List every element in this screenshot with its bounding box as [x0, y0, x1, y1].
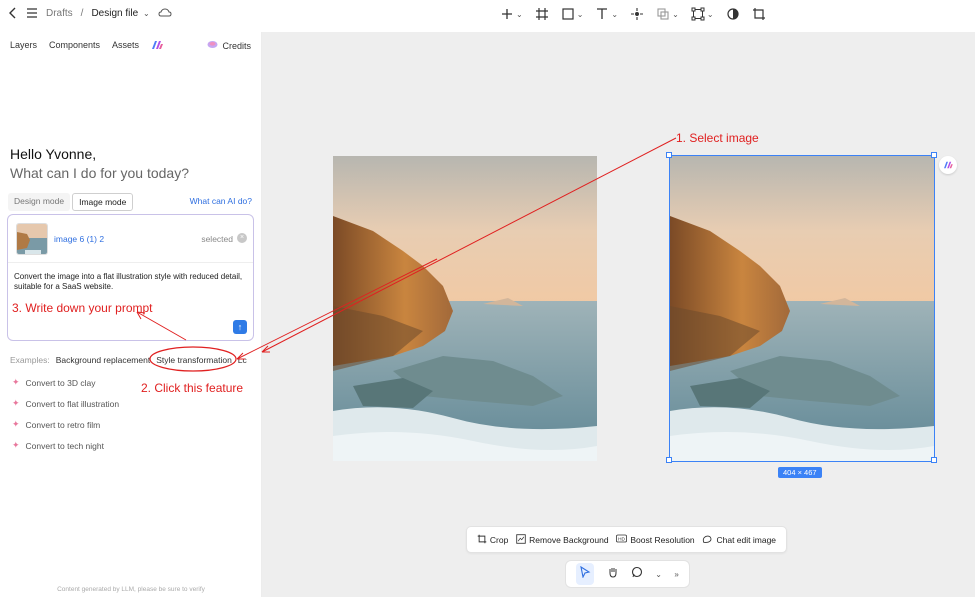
tab-layers[interactable]: Layers [10, 40, 37, 52]
image-status: selected [201, 234, 233, 244]
chevron-down-icon: ⌄ [576, 9, 584, 19]
chevron-down-icon: ⌄ [672, 9, 679, 19]
top-bar: Drafts / Design file ⌄ ⌄ ⌄ ⌄ ⌄ ⌄ [0, 0, 975, 32]
breadcrumb: Drafts / Design file ⌄ [8, 7, 172, 19]
suggestion-label: Convert to 3D clay [25, 377, 96, 388]
annotation-step-3: 3. Write down your prompt [12, 301, 153, 315]
credits-icon [207, 40, 218, 51]
example-more[interactable]: Lc [238, 355, 247, 365]
pointer-icon[interactable] [576, 563, 595, 585]
vector-icon[interactable]: ⌄ [691, 7, 714, 21]
attached-image-name: image 6 (1) 2 [54, 234, 105, 244]
sparkle-icon: ✦ [12, 440, 20, 450]
breadcrumb-root[interactable]: Drafts [46, 8, 73, 19]
hand-icon[interactable] [607, 565, 619, 583]
breadcrumb-separator: / [80, 7, 84, 19]
cloud-sync-icon [158, 8, 172, 18]
add-icon[interactable]: ⌄ [500, 7, 523, 21]
resize-handle-top-left[interactable] [666, 152, 672, 158]
greeting: Hello Yvonne, [10, 146, 97, 162]
chat-edit-image-button[interactable]: Chat edit image [702, 534, 776, 546]
file-name[interactable]: Design file ⌄ [91, 8, 149, 19]
crop-button[interactable]: Crop [477, 534, 508, 546]
send-button[interactable]: ↑ [233, 320, 247, 334]
boost-resolution-button[interactable]: HD Boost Resolution [616, 534, 695, 545]
sparkle-icon: ✦ [12, 398, 20, 408]
remove-background-icon [516, 533, 526, 546]
suggestion-label: Convert to tech night [25, 440, 104, 451]
text-icon[interactable]: ⌄ [595, 7, 618, 21]
sparkle-icon: ✦ [12, 377, 20, 387]
example-background-replacement[interactable]: Background replacement [56, 355, 151, 365]
prompt-box: image 6 (1) 2 selected × Convert the ima… [7, 214, 254, 341]
component-icon[interactable] [630, 7, 644, 21]
annotation-step-2: 2. Click this feature [141, 381, 244, 395]
image-toolbar: Crop Remove Background HD Boost Resoluti… [466, 526, 787, 553]
crop-icon [477, 534, 487, 546]
canvas[interactable]: 404 × 467 [262, 32, 975, 597]
frame-icon[interactable] [535, 7, 549, 21]
suggestion-item[interactable]: ✦ Convert to retro film [12, 419, 100, 430]
crop-label: Crop [489, 534, 509, 545]
suggestion-item[interactable]: ✦ Convert to 3D clay [12, 377, 95, 388]
panel-tabs: Layers Components Assets [10, 40, 164, 52]
back-chevron-icon[interactable] [8, 7, 18, 19]
tab-assets[interactable]: Assets [112, 40, 139, 52]
suggestion-label: Convert to retro film [25, 419, 101, 430]
greeting-question: What can I do for you today? [10, 165, 189, 181]
chat-edit-icon [702, 534, 713, 546]
examples-row: Examples: Background replacement Style t… [10, 355, 258, 365]
ai-logo-icon[interactable] [151, 40, 164, 52]
resize-handle-bottom-right[interactable] [931, 457, 937, 463]
file-name-label: Design file [91, 7, 139, 19]
boolean-icon[interactable]: ⌄ [656, 7, 679, 21]
image-thumbnail [16, 223, 48, 255]
crop-icon[interactable] [752, 7, 766, 21]
hd-icon: HD [616, 534, 628, 545]
design-tools: ⌄ ⌄ ⌄ ⌄ ⌄ [500, 7, 766, 21]
suggestion-item[interactable]: ✦ Convert to flat illustration [12, 398, 119, 409]
suggestion-label: Convert to flat illustration [25, 398, 120, 409]
chevron-down-icon: ⌄ [516, 9, 523, 19]
selection-frame [669, 155, 935, 462]
prompt-input[interactable]: Convert the image into a flat illustrati… [14, 272, 249, 292]
sparkle-icon: ✦ [12, 419, 20, 429]
attached-image-chip: image 6 (1) 2 selected × [8, 215, 253, 263]
examples-label: Examples: [10, 355, 50, 365]
rectangle-icon[interactable]: ⌄ [561, 7, 584, 21]
chevron-down-icon: ⌄ [142, 8, 150, 18]
remove-background-button[interactable]: Remove Background [516, 533, 609, 546]
canvas-image-original[interactable] [333, 156, 597, 461]
selection-size-badge: 404 × 467 [778, 467, 822, 478]
mask-icon[interactable] [726, 7, 740, 21]
image-mode-tab[interactable]: Image mode [72, 193, 134, 211]
design-mode-tab[interactable]: Design mode [8, 193, 71, 211]
what-can-ai-do-link[interactable]: What can AI do? [190, 196, 252, 206]
canvas-mode-bar: ⌄ » [565, 560, 690, 588]
tab-components[interactable]: Components [49, 40, 100, 52]
svg-text:HD: HD [618, 536, 625, 541]
remove-image-icon[interactable]: × [237, 233, 247, 243]
boost-resolution-label: Boost Resolution [630, 534, 695, 545]
menu-icon[interactable] [26, 8, 38, 18]
resize-handle-bottom-left[interactable] [666, 457, 672, 463]
credits-button[interactable]: Credits [207, 40, 251, 51]
llm-disclaimer: Content generated by LLM, please be sure… [57, 586, 205, 593]
credits-label: Credits [222, 40, 251, 51]
mode-switch: Design mode Image mode [8, 193, 134, 211]
chevron-down-icon[interactable]: ⌄ [655, 570, 662, 579]
chat-edit-image-label: Chat edit image [716, 534, 777, 545]
suggestion-item[interactable]: ✦ Convert to tech night [12, 440, 104, 451]
remove-background-label: Remove Background [529, 534, 609, 545]
chevron-down-icon: ⌄ [706, 9, 714, 19]
annotation-step-1: 1. Select image [676, 131, 759, 145]
double-chevron-down-icon[interactable]: » [674, 570, 678, 579]
comment-icon[interactable] [631, 565, 643, 583]
ai-assistant-bubble[interactable] [939, 156, 957, 174]
resize-handle-top-right[interactable] [931, 152, 937, 158]
example-style-transformation[interactable]: Style transformation [156, 355, 232, 365]
chevron-down-icon: ⌄ [611, 9, 619, 19]
